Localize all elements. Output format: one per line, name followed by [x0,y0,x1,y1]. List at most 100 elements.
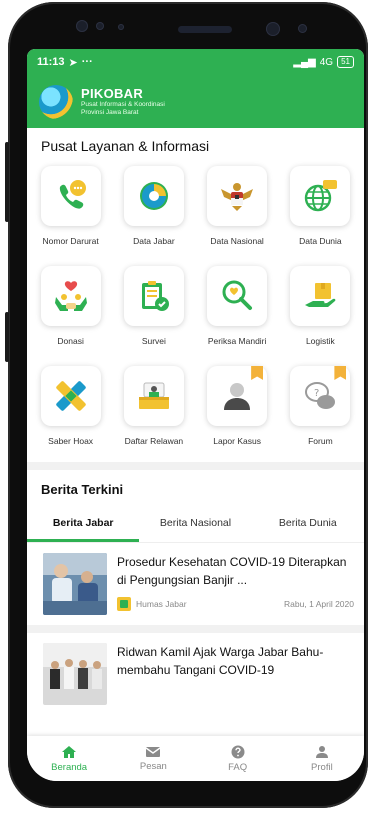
front-camera-icon [266,22,280,36]
status-time: 11:13 [37,56,65,68]
service-label: Logistik [305,336,335,346]
nav-pesan[interactable]: Pesan [111,736,195,781]
service-nomor-darurat[interactable]: Nomor Darurat [29,166,112,256]
article-title: Ridwan Kamil Ajak Warga Jabar Bahu-memba… [117,645,324,677]
service-daftar-relawan[interactable]: Daftar Relawan [112,366,195,456]
battery-level: 51 [341,57,350,66]
service-lapor-kasus[interactable]: Lapor Kasus [196,366,279,456]
service-tile [40,266,101,326]
service-label: Saber Hoax [48,436,94,446]
service-tile [290,166,351,226]
phone-frame: 11:13 ➤ ··· ▂▄▆ 4G 51 PIKOBAR Pusat Info… [5,2,368,808]
service-forum[interactable]: ? Forum [279,366,362,456]
news-tabs: Berita Jabar Berita Nasional Berita Duni… [27,507,364,543]
service-label: Data Dunia [299,236,342,246]
sensor-icon [96,22,104,30]
new-badge-icon [251,366,264,380]
service-label: Data Jabar [133,236,175,246]
top-bezel [8,2,368,50]
service-tile [40,166,101,226]
service-data-nasional[interactable]: Data Nasional [196,166,279,256]
nav-label: FAQ [228,761,248,773]
article-photo [43,643,107,705]
service-tile [207,266,268,326]
app-screen: 11:13 ➤ ··· ▂▄▆ 4G 51 PIKOBAR Pusat Info… [27,49,364,781]
battery-icon: 51 [337,56,354,68]
service-label: Forum [308,436,333,446]
navigation-arrow-icon: ➤ [68,56,78,69]
tab-berita-dunia[interactable]: Berita Dunia [252,507,364,542]
service-label: Data Nasional [210,236,264,246]
service-saber-hoax[interactable]: Saber Hoax [29,366,112,456]
brand-subtitle-2: Provinsi Jawa Barat [81,109,139,116]
hoax-cross-icon [55,381,86,411]
service-tile [123,166,184,226]
service-logistik[interactable]: Logistik [279,266,362,356]
network-label: 4G [319,56,334,68]
service-tile: ? [290,366,351,426]
section-divider [27,462,364,470]
service-label: Nomor Darurat [42,236,99,246]
news-article[interactable]: Ridwan Kamil Ajak Warga Jabar Bahu-memba… [27,633,364,715]
article-thumbnail [43,643,107,705]
service-data-jabar[interactable]: Data Jabar [112,166,195,256]
service-label: Donasi [57,336,84,346]
service-tile [290,266,351,326]
nav-label: Pesan [139,760,167,772]
article-source: Humas Jabar [136,599,187,609]
more-notifications-icon: ··· [81,56,93,68]
service-data-dunia[interactable]: Data Dunia [279,166,362,256]
nav-faq[interactable]: FAQ [196,736,280,781]
survey-clipboard-icon [141,281,169,311]
service-survei[interactable]: Survei [112,266,195,356]
mail-icon [145,746,161,757]
tab-berita-jabar[interactable]: Berita Jabar [27,507,140,542]
status-bar: 11:13 ➤ ··· ▂▄▆ 4G 51 [27,49,364,75]
service-tile [40,366,101,426]
speaker-grille [178,26,232,33]
service-label: Daftar Relawan [124,436,184,446]
report-person-icon [224,383,251,410]
service-label: Lapor Kasus [213,436,261,446]
sensor-icon [76,20,88,32]
bottom-navigation: Beranda Pesan FAQ Profil [27,736,364,781]
sensor-icon [298,24,307,33]
home-icon [62,745,77,758]
app-header: PIKOBAR Pusat Informasi & Koordinasi Pro… [27,75,364,128]
box-hand-icon [305,283,336,307]
service-tile [207,166,268,226]
nav-label: Profil [311,761,333,773]
pikobar-logo [39,84,73,119]
globe-icon [305,180,338,212]
magnifier-heart-icon [222,280,253,310]
services-title: Pusat Layanan & Informasi [41,138,210,154]
question-icon [231,745,245,758]
user-icon [315,745,328,758]
article-meta: Humas Jabar Rabu, 1 April 2020 [117,597,354,611]
service-tile [207,366,268,426]
brand-subtitle-1: Pusat Informasi & Koordinasi [81,101,165,108]
services-grid: Nomor Darurat Data Jabar Data Nasional D… [27,160,364,456]
volume-button [5,142,9,222]
service-tile [123,266,184,326]
new-badge-icon [334,366,347,380]
forum-chat-icon: ? [305,382,336,409]
article-thumbnail [43,553,107,615]
service-label: Periksa Mandiri [207,336,267,346]
tab-berita-nasional[interactable]: Berita Nasional [139,507,251,542]
service-label: Survei [141,336,166,346]
nav-beranda[interactable]: Beranda [27,736,111,781]
article-photo [43,553,107,615]
phone-chat-icon [59,180,86,209]
nav-profil[interactable]: Profil [280,736,364,781]
news-title: Berita Terkini [41,482,124,497]
power-button [5,312,9,362]
garuda-icon [221,183,254,211]
service-periksa-mandiri[interactable]: Periksa Mandiri [196,266,279,356]
news-article[interactable]: Prosedur Kesehatan COVID-19 Diterapkan d… [27,543,364,633]
svg-text:?: ? [314,388,319,399]
service-donasi[interactable]: Donasi [29,266,112,356]
article-title: Prosedur Kesehatan COVID-19 Diterapkan d… [117,555,347,587]
brand-name: PIKOBAR [81,86,144,101]
sensor-icon [118,24,124,30]
